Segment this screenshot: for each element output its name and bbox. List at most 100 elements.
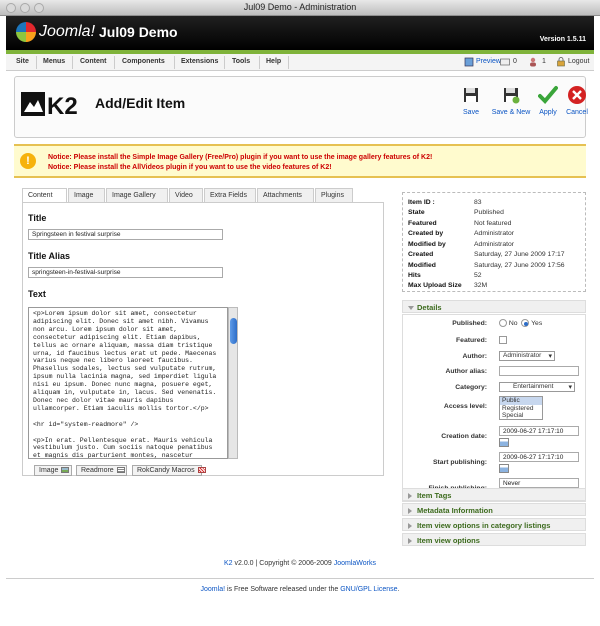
- modified-value: Saturday, 27 June 2009 17:56: [474, 262, 565, 269]
- modified-by-key: Modified by: [408, 241, 446, 248]
- logout-link[interactable]: Logout: [568, 58, 589, 65]
- metadata-accordion[interactable]: Metadata Information: [402, 503, 586, 516]
- menu-site[interactable]: Site: [16, 58, 29, 65]
- image-insert-icon: [61, 467, 70, 474]
- rokcandy-macros-button[interactable]: RokCandy Macros: [132, 465, 206, 476]
- text-editor-scrollbar[interactable]: [228, 307, 238, 459]
- details-accordion-header[interactable]: Details: [402, 300, 586, 313]
- tab-image[interactable]: Image: [68, 188, 105, 203]
- menu-divider: [36, 56, 37, 69]
- joomlaworks-link[interactable]: JoomlaWorks: [334, 560, 376, 567]
- author-select[interactable]: Administrator: [499, 351, 555, 361]
- tab-video[interactable]: Video: [169, 188, 203, 203]
- users-icon: [530, 57, 536, 67]
- floppy-new-icon: [504, 88, 520, 104]
- published-yes-radio[interactable]: [521, 319, 530, 327]
- joomla-footer: Joomla! is Free Software released under …: [6, 586, 594, 593]
- published-no-label: No: [508, 319, 518, 327]
- footer-divider: [6, 578, 594, 579]
- tab-attachments[interactable]: Attachments: [257, 188, 314, 203]
- cancel-label: Cancel: [566, 109, 588, 116]
- access-option-special[interactable]: Special: [500, 412, 542, 420]
- k2-link[interactable]: K2: [224, 560, 233, 567]
- modified-key: Modified: [408, 262, 436, 269]
- preview-link[interactable]: Preview: [476, 58, 501, 65]
- floppy-icon: [464, 88, 478, 102]
- readmore-button[interactable]: Readmore: [76, 465, 127, 476]
- k2-footer: K2 v2.0.0 | Copyright © 2006-2009 Joomla…: [6, 560, 594, 567]
- save-label: Save: [463, 109, 479, 116]
- hits-key: Hits: [408, 272, 421, 279]
- menu-help[interactable]: Help: [266, 58, 281, 65]
- menu-divider: [259, 56, 260, 69]
- title-input[interactable]: Springsteen in festival surprise: [28, 229, 223, 240]
- access-option-public[interactable]: Public: [500, 397, 542, 405]
- online-users-count[interactable]: 1: [542, 58, 546, 65]
- start-publishing-label: Start publishing:: [433, 459, 487, 466]
- admin-page: Joomla! Jul09 Demo Version 1.5.11 Site M…: [6, 16, 594, 606]
- item-tags-accordion[interactable]: Item Tags: [402, 488, 586, 501]
- created-by-value: Administrator: [474, 230, 515, 237]
- max-upload-value: 32M: [474, 282, 488, 289]
- notice-box: ! Notice: Please install the Simple Imag…: [14, 144, 586, 178]
- logout-icon: [557, 57, 565, 67]
- start-publishing-input[interactable]: 2009-06-27 17:17:10: [499, 452, 579, 462]
- menu-content[interactable]: Content: [80, 58, 106, 65]
- published-options: No Yes: [499, 319, 542, 327]
- menu-divider: [72, 56, 73, 69]
- menu-components[interactable]: Components: [122, 58, 165, 65]
- category-select[interactable]: Entertainment: [499, 382, 575, 392]
- readmore-button-label: Readmore: [81, 467, 114, 474]
- access-level-label: Access level:: [443, 403, 487, 410]
- menu-divider: [288, 56, 289, 69]
- creation-date-input[interactable]: 2009-06-27 17:17:10: [499, 426, 579, 436]
- save-and-new-label: Save & New: [491, 109, 531, 116]
- start-calendar-icon[interactable]: [499, 464, 509, 473]
- menu-extensions[interactable]: Extensions: [181, 58, 218, 65]
- item-view-options-accordion[interactable]: Item view options: [402, 533, 586, 546]
- checkmark-icon: [538, 86, 558, 104]
- text-editor[interactable]: <p>Lorem ipsum dolor sit amet, consectet…: [28, 307, 228, 459]
- k2-footer-text: v2.0.0 | Copyright © 2006-2009: [232, 560, 334, 567]
- title-label: Title: [28, 213, 47, 223]
- menu-menus[interactable]: Menus: [43, 58, 65, 65]
- save-and-new-button[interactable]: Save & New: [489, 85, 533, 116]
- tab-image-gallery[interactable]: Image Gallery: [106, 188, 168, 203]
- featured-checkbox[interactable]: [499, 336, 507, 344]
- image-button[interactable]: Image: [34, 465, 72, 476]
- window-titlebar: Jul09 Demo - Administration: [0, 0, 600, 16]
- access-level-listbox[interactable]: Public Registered Special: [499, 396, 543, 420]
- menu-tools[interactable]: Tools: [232, 58, 250, 65]
- category-listing-options-accordion[interactable]: Item view options in category listings: [402, 518, 586, 531]
- published-no-radio[interactable]: [499, 319, 507, 327]
- author-alias-label: Author alias:: [445, 368, 487, 375]
- menu-divider: [174, 56, 175, 69]
- author-alias-input[interactable]: [499, 366, 579, 376]
- cancel-button[interactable]: Cancel: [565, 85, 589, 116]
- text-label: Text: [28, 289, 46, 299]
- brand-name: Joomla!: [39, 23, 96, 40]
- notice-gallery: Notice: Please install the Simple Image …: [48, 154, 433, 161]
- messages-count[interactable]: 0: [513, 58, 517, 65]
- cancel-icon: [568, 86, 586, 104]
- title-alias-label: Title Alias: [28, 251, 71, 261]
- item-info-box: Item ID : 83 State Published Featured Not f…: [402, 192, 586, 292]
- title-alias-input[interactable]: springsteen-in-festival-surprise: [28, 267, 223, 278]
- joomla-footer-text: is Free Software released under the: [225, 586, 341, 593]
- tab-extra-fields[interactable]: Extra Fields: [204, 188, 256, 203]
- creation-calendar-icon[interactable]: [499, 438, 509, 447]
- joomla-link[interactable]: Joomla!: [201, 586, 226, 593]
- menu-divider: [224, 56, 225, 69]
- tab-plugins[interactable]: Plugins: [315, 188, 353, 203]
- access-option-registered[interactable]: Registered: [500, 405, 542, 413]
- scrollbar-thumb[interactable]: [230, 318, 237, 344]
- menu-divider: [114, 56, 115, 69]
- category-label: Category:: [455, 384, 487, 391]
- finish-publishing-input[interactable]: Never: [499, 478, 579, 488]
- gpl-license-link[interactable]: GNU/GPL License: [340, 586, 397, 593]
- published-label: Published:: [452, 320, 487, 327]
- warning-icon: !: [20, 153, 36, 169]
- apply-button[interactable]: Apply: [535, 85, 561, 116]
- save-button[interactable]: Save: [459, 85, 483, 116]
- image-button-label: Image: [39, 467, 59, 474]
